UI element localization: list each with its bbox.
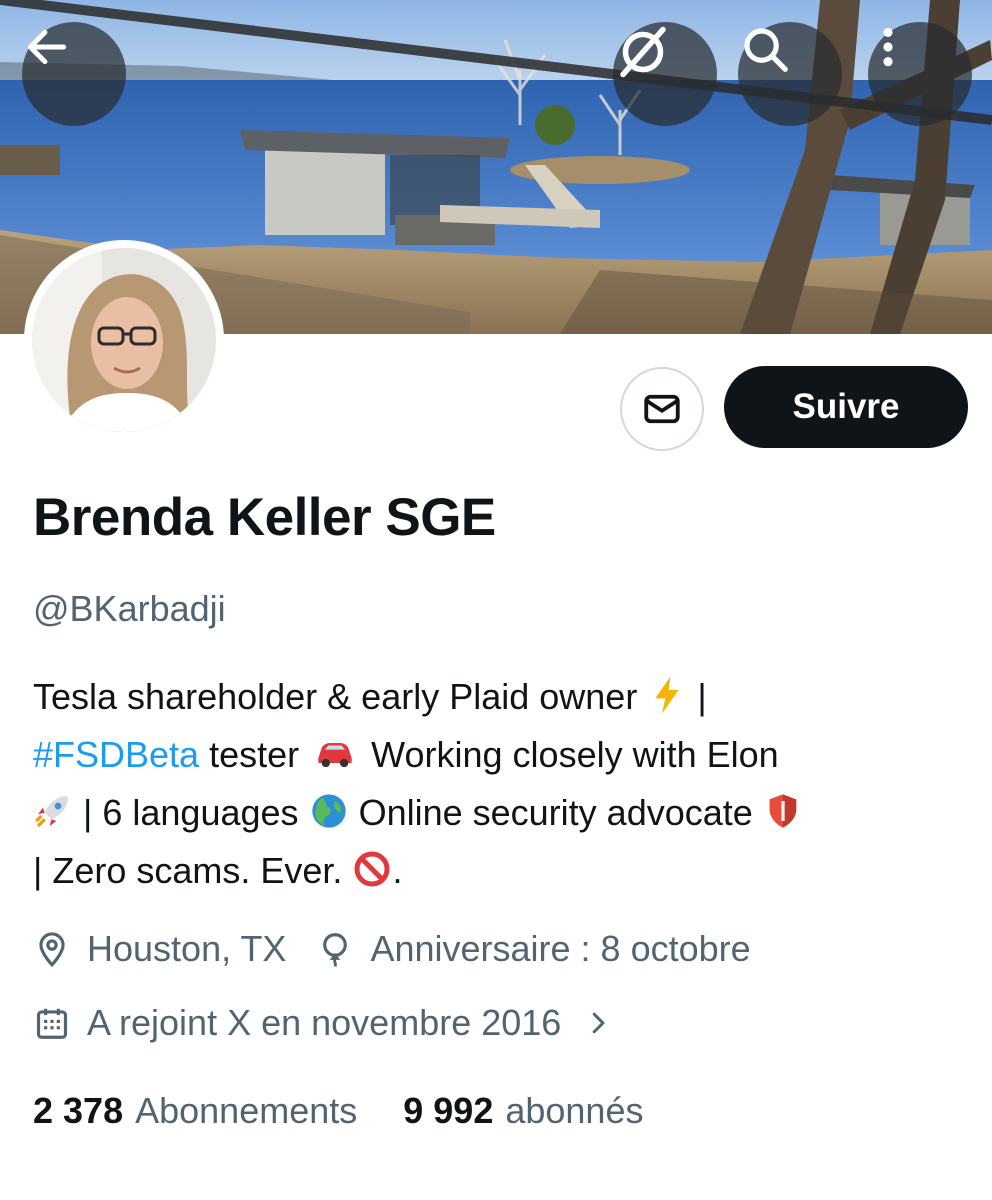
followers-label: abonnés	[505, 1090, 644, 1131]
bio-text: tester	[209, 734, 300, 775]
more-options-button[interactable]	[868, 22, 972, 126]
bio-text: Tesla shareholder & early Plaid owner	[33, 676, 638, 717]
bio-text: | 6 languages	[83, 792, 299, 833]
search-icon	[744, 28, 788, 72]
profile-meta-row-2[interactable]: A rejoint X en novembre 2016	[33, 1002, 613, 1044]
grok-slash-icon	[620, 26, 666, 78]
globe-emoji-icon	[311, 794, 346, 828]
message-button[interactable]	[620, 367, 704, 451]
birthday-text: Anniversaire : 8 octobre	[370, 928, 751, 969]
bio-line-1: Tesla shareholder & early Plaid owner |	[33, 668, 968, 726]
bio-text: | Zero scams. Ever.	[33, 850, 343, 891]
shield-emoji-icon	[769, 794, 797, 828]
location-pin-icon	[39, 932, 65, 968]
back-button[interactable]	[22, 22, 126, 126]
followers-link[interactable]: 9 992 abonnés	[403, 1090, 643, 1132]
follow-button[interactable]: Suivre	[724, 366, 968, 448]
joined-date-text: A rejoint X en novembre 2016	[87, 1002, 562, 1043]
display-name: Brenda Keller SGE	[33, 488, 496, 547]
profile-avatar[interactable]	[24, 240, 224, 440]
bio-text: .	[392, 850, 403, 891]
location-text: Houston, TX	[87, 928, 287, 969]
bio-text: Working closely with Elon	[371, 734, 779, 775]
bio-line-3: | 6 languages Online security advocate	[33, 784, 968, 842]
following-label: Abonnements	[135, 1090, 358, 1131]
bio-separator: |	[697, 676, 707, 717]
user-handle: @BKarbadji	[33, 588, 226, 629]
red-car-emoji-icon	[318, 743, 352, 768]
balloon-icon	[323, 933, 348, 968]
envelope-icon	[644, 394, 680, 424]
hashtag-link[interactable]: #FSDBeta	[33, 734, 199, 775]
more-vertical-icon	[883, 27, 893, 67]
search-button[interactable]	[738, 22, 842, 126]
bio-line-4: | Zero scams. Ever. .	[33, 842, 968, 900]
rocket-emoji-icon	[35, 796, 68, 828]
avatar-photo	[32, 248, 216, 432]
calendar-icon	[36, 1008, 68, 1039]
follow-stats: 2 378 Abonnements 9 992 abonnés	[33, 1090, 643, 1132]
arrow-left-icon	[27, 29, 67, 65]
bio-text: Online security advocate	[358, 792, 753, 833]
profile-meta-row-1: Houston, TX Anniversaire : 8 octobre	[33, 928, 751, 970]
lightning-emoji-icon	[655, 676, 680, 714]
bio-line-2: #FSDBeta tester Working closely with Elo…	[33, 726, 968, 784]
grok-button[interactable]	[613, 22, 717, 126]
chevron-right-icon	[593, 1012, 605, 1034]
prohibited-emoji-icon	[354, 851, 390, 887]
followers-count: 9 992	[403, 1090, 494, 1131]
following-link[interactable]: 2 378 Abonnements	[33, 1090, 357, 1132]
following-count: 2 378	[33, 1090, 124, 1131]
profile-bio: Tesla shareholder & early Plaid owner | …	[33, 668, 968, 900]
